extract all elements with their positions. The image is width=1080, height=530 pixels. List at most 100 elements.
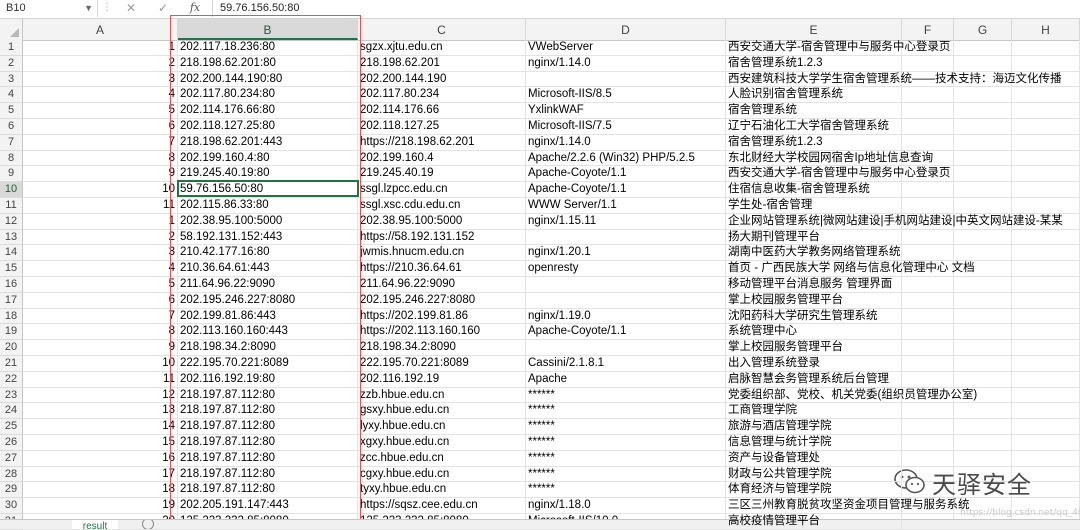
cell-a[interactable]: 10 [23, 182, 178, 198]
cell-e[interactable]: 掌上校园服务管理平台 [726, 340, 902, 356]
cell-b[interactable]: 211.64.96.22:9090 [178, 277, 358, 293]
cell-b[interactable]: 202.117.80.234:80 [178, 87, 358, 104]
cell-c[interactable]: https://202.199.81.86 [358, 308, 526, 325]
cell-f[interactable] [902, 371, 954, 388]
cell-a[interactable]: 8 [23, 324, 178, 341]
cell-a[interactable]: 6 [23, 292, 178, 309]
cell-f[interactable] [902, 55, 954, 72]
cell-c[interactable]: 218.198.34.2:8090 [358, 340, 526, 356]
cell-d[interactable]: ****** [526, 466, 726, 483]
cell-h[interactable] [1012, 119, 1080, 135]
cell-b[interactable]: 59.76.156.50:80 [178, 182, 358, 198]
cell-f[interactable] [902, 134, 954, 151]
cell-c[interactable]: 202.117.80.234 [358, 87, 526, 104]
cell-h[interactable] [1012, 134, 1080, 151]
cell-e[interactable]: 西安交通大学-宿舍管理中与服务中心登录页 [726, 40, 950, 56]
cell-c[interactable]: https://sqsz.cee.edu.cn [358, 498, 526, 514]
row-header[interactable]: 24 [0, 403, 23, 420]
cell-e[interactable]: 党委组织部、党校、机关党委(组织员管理办公室) [726, 387, 977, 404]
cell-g[interactable] [954, 356, 1012, 372]
chevron-down-icon[interactable]: ▼ [84, 0, 93, 16]
cell-a[interactable]: 7 [23, 308, 178, 325]
row-header[interactable]: 23 [0, 387, 23, 404]
cell-e[interactable]: 财政与公共管理学院 [726, 466, 902, 483]
cell-h[interactable] [1012, 166, 1080, 183]
row-header[interactable]: 29 [0, 482, 23, 499]
cell-g[interactable] [954, 166, 1012, 183]
cell-g[interactable] [954, 182, 1012, 198]
cell-b[interactable]: 222.195.70.221:8089 [178, 356, 358, 372]
cell-a[interactable]: 17 [23, 466, 178, 483]
cell-f[interactable] [902, 292, 954, 309]
cell-c[interactable]: https://202.113.160.160 [358, 324, 526, 341]
cell-h[interactable] [1012, 340, 1080, 356]
cell-a[interactable]: 5 [23, 277, 178, 293]
cell-d[interactable] [526, 292, 726, 309]
row-header[interactable]: 13 [0, 229, 23, 246]
cell-h[interactable] [1012, 324, 1080, 341]
cell-h[interactable] [1012, 387, 1080, 404]
cell-g[interactable] [954, 119, 1012, 135]
cell-d[interactable]: Apache-Coyote/1.1 [526, 324, 726, 341]
row-header[interactable]: 20 [0, 340, 23, 356]
cell-e[interactable]: 首页 - 广西民族大学 网络与信息化管理中心 文档 [726, 261, 975, 277]
row-header[interactable]: 19 [0, 324, 23, 341]
cell-f[interactable] [902, 356, 954, 372]
cell-a[interactable]: 1 [23, 213, 178, 230]
row-header[interactable]: 8 [0, 150, 23, 167]
row-header[interactable]: 2 [0, 55, 23, 72]
cell-h[interactable] [1012, 261, 1080, 277]
cell-g[interactable] [954, 340, 1012, 356]
cell-h[interactable] [1012, 308, 1080, 325]
cell-f[interactable] [902, 403, 954, 420]
cell-d[interactable] [526, 229, 726, 246]
column-header-c[interactable]: C [358, 19, 526, 40]
cell-e[interactable]: 高校疫情管理平台 [726, 514, 902, 530]
cell-a[interactable]: 16 [23, 450, 178, 467]
cell-c[interactable]: jwmis.hnucm.edu.cn [358, 245, 526, 262]
cell-d[interactable]: ****** [526, 450, 726, 467]
cell-d[interactable]: nginx/1.18.0 [526, 498, 726, 514]
cell-h[interactable] [1012, 87, 1080, 104]
column-header-a[interactable]: A [23, 19, 178, 40]
cell-f[interactable] [902, 308, 954, 325]
cell-c[interactable]: 202.199.160.4 [358, 150, 526, 167]
cell-d[interactable]: YxlinkWAF [526, 103, 726, 119]
cell-b[interactable]: 218.197.87.112:80 [178, 419, 358, 435]
row-header[interactable]: 15 [0, 261, 23, 277]
row-header[interactable]: 18 [0, 308, 23, 325]
cell-e[interactable]: 宿舍管理系统 [726, 103, 902, 119]
cell-c[interactable]: cgxy.hbue.edu.cn [358, 466, 526, 483]
row-header[interactable]: 4 [0, 87, 23, 104]
cell-a[interactable]: 11 [23, 371, 178, 388]
cell-h[interactable] [1012, 245, 1080, 262]
cell-b[interactable]: 218.197.87.112:80 [178, 403, 358, 420]
column-header-d[interactable]: D [526, 19, 726, 40]
cell-b[interactable]: 218.198.62.201:443 [178, 134, 358, 151]
cell-b[interactable]: 210.36.64.61:443 [178, 261, 358, 277]
cell-a[interactable]: 5 [23, 103, 178, 119]
formula-input[interactable]: 59.76.156.50:80 [220, 0, 300, 16]
cell-g[interactable] [954, 245, 1012, 262]
cell-d[interactable]: ****** [526, 435, 726, 451]
cell-c[interactable]: zzb.hbue.edu.cn [358, 387, 526, 404]
cell-d[interactable]: Cassini/2.1.8.1 [526, 356, 726, 372]
cell-h[interactable] [1012, 292, 1080, 309]
cell-e[interactable]: 宿舍管理系统1.2.3 [726, 55, 902, 72]
cell-b[interactable]: 218.197.87.112:80 [178, 482, 358, 499]
cell-b[interactable]: 218.197.87.112:80 [178, 435, 358, 451]
cell-a[interactable]: 14 [23, 419, 178, 435]
cell-d[interactable]: nginx/1.14.0 [526, 55, 726, 72]
cell-c[interactable]: 202.118.127.25 [358, 119, 526, 135]
cell-b[interactable]: 210.42.177.16:80 [178, 245, 358, 262]
cell-h[interactable] [1012, 356, 1080, 372]
row-header[interactable]: 21 [0, 356, 23, 372]
cell-e[interactable]: 启脉智慧会务管理系统后台管理 [726, 371, 902, 388]
cell-e[interactable]: 系统管理中心 [726, 324, 902, 341]
row-header[interactable]: 10 [0, 182, 23, 198]
cell-d[interactable]: nginx/1.19.0 [526, 308, 726, 325]
cell-h[interactable] [1012, 103, 1080, 119]
cell-c[interactable]: 211.64.96.22:9090 [358, 277, 526, 293]
cell-b[interactable]: 202.113.160.160:443 [178, 324, 358, 341]
cell-b[interactable]: 58.192.131.152:443 [178, 229, 358, 246]
